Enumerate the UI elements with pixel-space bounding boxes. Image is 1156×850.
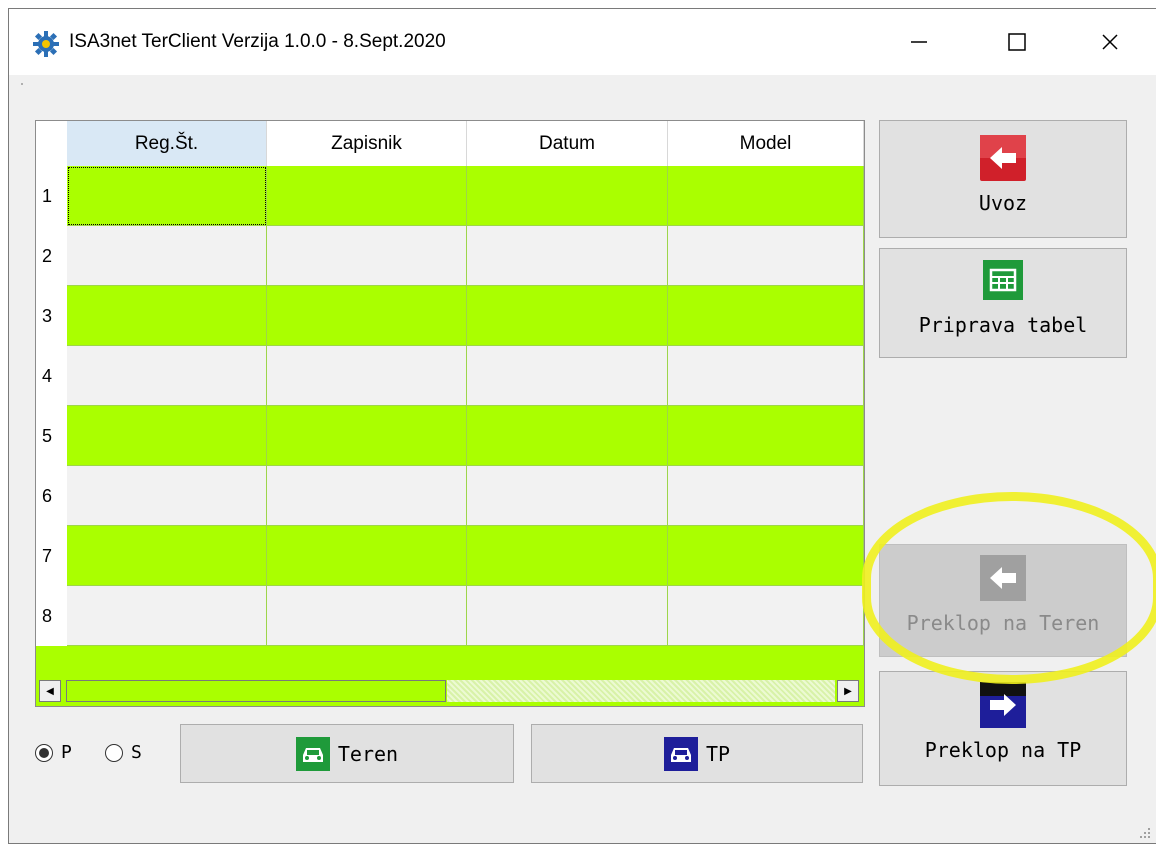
resize-grip-icon[interactable] — [1137, 825, 1151, 839]
toolstrip — [9, 75, 1156, 91]
title-bar: ISA3net TerClient Verzija 1.0.0 - 8.Sept… — [9, 9, 1156, 75]
grid-cell[interactable] — [467, 346, 668, 406]
radio-s-circle[interactable] — [105, 743, 123, 762]
preklop-na-tp-button[interactable]: Preklop na TP — [879, 671, 1127, 786]
column-header-model[interactable]: Model — [668, 121, 864, 166]
radio-s-label: S — [131, 742, 142, 763]
row-header[interactable]: 5 — [36, 406, 67, 466]
grid-cell[interactable] — [67, 586, 267, 646]
minimize-icon — [911, 41, 927, 43]
teren-button[interactable]: Teren — [180, 724, 514, 783]
grid-cell[interactable] — [668, 466, 864, 526]
column-header-zapisnik[interactable]: Zapisnik — [267, 121, 467, 166]
radio-p-label: P — [61, 742, 72, 763]
grid-cell[interactable] — [668, 286, 864, 346]
app-window: ISA3net TerClient Verzija 1.0.0 - 8.Sept… — [8, 8, 1156, 844]
priprava-tabel-button[interactable]: Priprava tabel — [879, 248, 1127, 358]
row-header[interactable]: 7 — [36, 526, 67, 586]
scroll-right-button[interactable]: ▶ — [837, 680, 859, 702]
grid-cell[interactable] — [267, 586, 467, 646]
grid-cell[interactable] — [668, 526, 864, 586]
maximize-button[interactable] — [980, 9, 1054, 75]
grid-cell[interactable] — [668, 406, 864, 466]
scroll-thumb[interactable] — [66, 680, 446, 702]
data-grid[interactable]: Reg.Št. Zapisnik Datum Model 1 2 3 4 5 6… — [35, 120, 865, 707]
tp-button[interactable]: TP — [531, 724, 863, 783]
grid-cell[interactable] — [267, 466, 467, 526]
radio-p[interactable]: P — [35, 742, 72, 763]
grid-cell[interactable] — [668, 346, 864, 406]
radio-p-circle[interactable] — [35, 743, 53, 762]
grid-cell[interactable] — [267, 346, 467, 406]
grid-cell[interactable] — [267, 406, 467, 466]
grid-cell[interactable] — [67, 406, 267, 466]
column-header-reg-st[interactable]: Reg.Št. — [67, 121, 267, 166]
grid-cell[interactable] — [467, 406, 668, 466]
teren-label: Teren — [337, 741, 399, 766]
preklop-na-tp-label: Preklop na TP — [924, 738, 1082, 762]
horizontal-scrollbar[interactable]: ◀ ▶ — [36, 677, 864, 706]
row-header[interactable]: 6 — [36, 466, 67, 526]
radio-dot — [39, 747, 49, 758]
grid-cell[interactable] — [67, 526, 267, 586]
annotation-highlight — [862, 492, 1156, 684]
minimize-button[interactable] — [882, 9, 956, 75]
uvoz-label: Uvoz — [978, 191, 1028, 215]
grid-cell[interactable] — [267, 526, 467, 586]
grid-cell[interactable] — [67, 166, 267, 226]
scroll-track[interactable] — [447, 680, 835, 702]
grip-dot — [21, 83, 23, 85]
grid-cell[interactable] — [668, 586, 864, 646]
grid-cell[interactable] — [67, 346, 267, 406]
grid-cell[interactable] — [467, 526, 668, 586]
caret-right-icon: ▶ — [844, 685, 852, 697]
grid-cell[interactable] — [467, 586, 668, 646]
arrow-right-icon — [980, 682, 1026, 728]
grid-cell[interactable] — [467, 286, 668, 346]
row-header[interactable]: 4 — [36, 346, 67, 406]
maximize-icon — [1008, 33, 1026, 51]
grid-cell[interactable] — [267, 226, 467, 286]
uvoz-button[interactable]: Uvoz — [879, 120, 1127, 238]
arrow-left-icon — [980, 135, 1026, 181]
row-header[interactable]: 3 — [36, 286, 67, 346]
grid-cell[interactable] — [668, 166, 864, 226]
gear-icon — [33, 31, 59, 57]
close-icon — [1102, 34, 1118, 50]
caret-left-icon: ◀ — [46, 685, 54, 697]
radio-s[interactable]: S — [105, 742, 142, 763]
grid-cell[interactable] — [668, 226, 864, 286]
close-button[interactable] — [1073, 9, 1147, 75]
tp-label: TP — [705, 741, 731, 766]
grid-cell[interactable] — [467, 166, 668, 226]
grid-cell[interactable] — [67, 466, 267, 526]
priprava-tabel-label: Priprava tabel — [918, 313, 1088, 337]
row-header[interactable]: 8 — [36, 586, 67, 646]
grid-cell[interactable] — [67, 226, 267, 286]
window-title: ISA3net TerClient Verzija 1.0.0 - 8.Sept… — [69, 31, 446, 52]
grid-cell[interactable] — [467, 466, 668, 526]
row-header[interactable]: 2 — [36, 226, 67, 286]
car-icon — [295, 736, 330, 771]
grid-cell[interactable] — [67, 286, 267, 346]
table-icon — [980, 257, 1026, 303]
grid-cell[interactable] — [467, 226, 668, 286]
car-icon — [663, 736, 698, 771]
scroll-left-button[interactable]: ◀ — [39, 680, 61, 702]
row-header[interactable]: 1 — [36, 166, 67, 226]
column-header-datum[interactable]: Datum — [467, 121, 668, 166]
grid-cell[interactable] — [267, 166, 467, 226]
grid-corner — [36, 121, 67, 166]
grid-cell[interactable] — [267, 286, 467, 346]
